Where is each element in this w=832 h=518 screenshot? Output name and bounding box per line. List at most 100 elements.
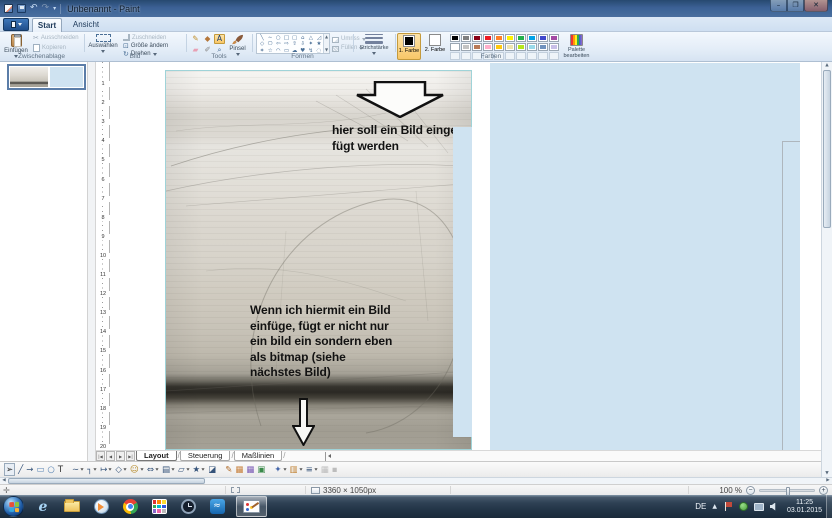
color-swatch[interactable] [516, 43, 526, 51]
edit-palette-button[interactable]: Palette bearbeiten [563, 33, 590, 59]
selection-size-indicator [231, 485, 240, 495]
empty-color-slot[interactable] [549, 52, 559, 60]
taskbar-color-grid-app[interactable] [147, 496, 171, 517]
taskbar-paint-active[interactable] [236, 496, 267, 517]
taskbar-messenger[interactable]: ≈ [205, 496, 229, 517]
ruler-number: 10 [96, 253, 110, 259]
close-button[interactable]: ✕ [804, 0, 828, 12]
resize-button[interactable]: ⊡ Größe ändern [123, 43, 168, 50]
ruler-number: 1 [96, 81, 110, 87]
maximize-button[interactable]: ❐ [787, 0, 804, 12]
color-swatch[interactable] [538, 43, 548, 51]
color-swatch[interactable] [450, 43, 460, 51]
taskbar-chrome[interactable] [118, 496, 142, 517]
tab-scroll-mark [325, 451, 331, 461]
screenshot-page-thumbnail [7, 64, 86, 90]
zoom-out-button[interactable]: − [746, 486, 755, 495]
zoom-slider[interactable] [759, 489, 815, 492]
color-swatch[interactable] [472, 43, 482, 51]
rainbow-palette-icon [570, 34, 583, 46]
sheet-nav-icon: |◀ [96, 451, 105, 461]
color-swatch[interactable] [483, 43, 493, 51]
extra-tool-2-icon: ▪ [332, 463, 338, 476]
clipboard-icon [11, 34, 22, 47]
copy-button[interactable]: Kopieren [33, 44, 66, 52]
cut-button[interactable]: ✂ Ausschneiden [33, 35, 79, 42]
show-desktop-button[interactable] [826, 495, 832, 518]
scroll-down-icon[interactable]: ▼ [822, 470, 832, 477]
screenshot-blue-page [490, 63, 800, 450]
color-swatch[interactable] [505, 34, 515, 42]
color-swatch[interactable] [516, 34, 526, 42]
color-swatch[interactable] [472, 34, 482, 42]
outline-icon [332, 37, 339, 43]
paint-menu-button[interactable] [3, 18, 29, 31]
color-swatch[interactable] [549, 43, 559, 51]
image-size-text: 3360 × 1050px [323, 486, 376, 495]
shapes-scrollbar[interactable]: ▲ ▼ [323, 34, 329, 53]
status-bar: ✛ 3360 × 1050px 100 % − + [0, 484, 832, 495]
threed-objects-icon: ◪ [208, 463, 216, 476]
network-icon[interactable] [753, 501, 764, 512]
tab-ansicht[interactable]: Ansicht [66, 18, 106, 32]
color-swatch[interactable] [505, 43, 515, 51]
color-swatch[interactable] [527, 43, 537, 51]
taskbar-media-player[interactable] [89, 496, 113, 517]
minimize-button[interactable]: – [770, 0, 787, 12]
gallery-icon: ▦ [246, 463, 254, 476]
taskbar-windows-explorer[interactable] [60, 496, 84, 517]
line-icon: ╱ [18, 463, 23, 476]
start-button[interactable] [3, 496, 24, 517]
stars-icon: ★ [193, 463, 206, 476]
taskbar-internet-explorer[interactable]: e [31, 496, 55, 517]
color-swatch[interactable] [461, 43, 471, 51]
color-swatch[interactable] [494, 34, 504, 42]
thumbnail-page-part [50, 67, 83, 87]
curve-icon: ∼ [72, 463, 84, 476]
save-icon[interactable] [17, 4, 26, 13]
pencil-tool[interactable]: ✎ [190, 34, 201, 44]
text-tool[interactable]: A [214, 34, 225, 44]
clock[interactable]: 11:25 03.01.2015 [786, 499, 823, 515]
paint-app-icon[interactable] [4, 4, 13, 13]
color-swatch[interactable] [527, 34, 537, 42]
color-swatch[interactable] [450, 34, 460, 42]
group-image: Auswählen Zuschneiden ⊡ Größe ändern ↻ D… [85, 32, 185, 61]
redo-icon[interactable]: ↷ [42, 4, 50, 13]
group-tools: ✎◆A▰✐⌕ Pinsel Tools [187, 32, 251, 61]
undo-icon[interactable]: ↶ [30, 4, 38, 13]
speaker-icon[interactable] [768, 501, 779, 512]
update-status-icon[interactable] [738, 501, 749, 512]
color-swatch[interactable] [549, 34, 559, 42]
title-bar: ↶ ↷ ▾ Unbenannt - Paint – ❐ ✕ [0, 0, 832, 17]
taskbar-clock-app[interactable] [176, 496, 200, 517]
group-label: Farben [436, 53, 546, 60]
scroll-up-icon[interactable]: ▲ [822, 62, 832, 69]
vertical-scroll-thumb[interactable] [823, 70, 831, 228]
select-button[interactable]: Auswählen [87, 33, 119, 53]
paint-canvas[interactable]: 1234567891011121314151617181920 [0, 62, 832, 477]
hidden-icons-chevron-icon[interactable]: ▲ [712, 503, 717, 510]
ruler-number: 18 [96, 406, 110, 412]
callouts-icon: ▱ [178, 463, 190, 476]
system-tray: DE ▲ 11:25 03.01.2015 [695, 495, 832, 518]
tab-start[interactable]: Start [32, 18, 62, 32]
ruler-number: 9 [96, 234, 110, 240]
customize-quick-access-icon[interactable]: ▾ [53, 6, 56, 12]
color1-button[interactable]: 1. Farbe [397, 33, 421, 60]
vertical-scrollbar[interactable]: ▲ ▼ [821, 62, 832, 477]
divider [225, 486, 226, 494]
zoom-in-button[interactable]: + [819, 486, 828, 495]
stroke-width-button[interactable]: Strichstärke [357, 33, 391, 55]
color-swatch[interactable] [538, 34, 548, 42]
layer-tab-maßlinien: Maßlinien [234, 451, 283, 461]
color-swatch[interactable] [461, 34, 471, 42]
fill-tool[interactable]: ◆ [202, 34, 213, 44]
horizontal-scrollbar[interactable]: ◀ ▶ [0, 477, 832, 484]
language-indicator[interactable]: DE [695, 502, 706, 511]
action-center-flag-icon[interactable] [723, 501, 734, 512]
color-swatch[interactable] [483, 34, 493, 42]
screen: ↶ ↷ ▾ Unbenannt - Paint – ❐ ✕ Start Ansi… [0, 0, 832, 518]
color-swatch[interactable] [494, 43, 504, 51]
crop-button[interactable]: Zuschneiden [123, 35, 166, 42]
